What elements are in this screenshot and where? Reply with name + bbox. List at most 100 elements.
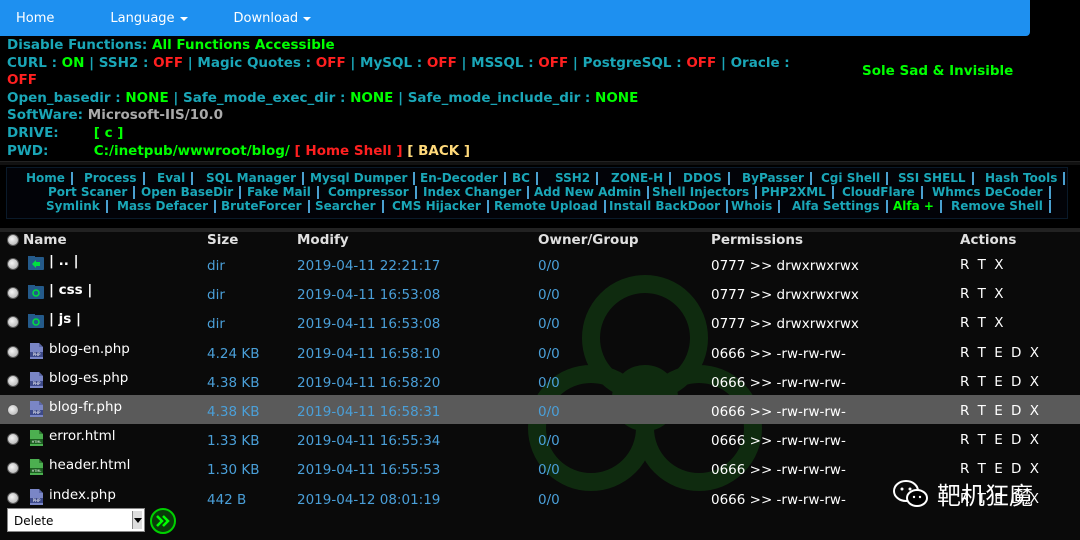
menu-item-alfa-plus[interactable]: Alfa +	[893, 199, 942, 213]
menu-item-process[interactable]: Process	[84, 171, 144, 185]
file-actions[interactable]: R T X	[960, 315, 1005, 331]
file-modified[interactable]: 2019-04-11 16:55:34	[297, 433, 440, 449]
row-select-radio[interactable]	[7, 258, 19, 270]
menu-item-shell-injectors[interactable]: Shell Injectors	[652, 185, 758, 199]
menu-item-alfa-settings[interactable]: Alfa Settings	[792, 199, 888, 213]
file-modified[interactable]: 2019-04-11 16:58:31	[297, 404, 440, 420]
file-permissions[interactable]: 0777 >> drwxrwxrwx	[711, 316, 859, 332]
file-permissions[interactable]: 0777 >> drwxrwxrwx	[711, 258, 859, 274]
file-name[interactable]: blog-en.php	[49, 341, 130, 357]
pwd-path[interactable]: C:/inetpub/wwwroot/blog/	[94, 143, 290, 159]
row-select-radio[interactable]	[7, 316, 19, 329]
file-owner[interactable]: 0/0	[538, 375, 560, 391]
menu-item-hash-tools[interactable]: Hash Tools	[985, 171, 1066, 185]
file-actions[interactable]: R T E D X	[960, 374, 1041, 390]
menu-item-port-scaner[interactable]: Port Scaner	[48, 185, 136, 199]
file-permissions[interactable]: 0666 >> -rw-rw-rw-	[711, 404, 846, 420]
menu-item-sql-manager[interactable]: SQL Manager	[206, 171, 304, 185]
action-select[interactable]: Delete	[7, 508, 145, 532]
menu-item-remove-shell[interactable]: Remove Shell	[951, 199, 1051, 213]
table-row[interactable]: | .. | dir 2019-04-11 22:21:17 0/0 0777 >> d…	[0, 249, 1080, 278]
file-owner[interactable]: 0/0	[538, 462, 560, 478]
file-name[interactable]: | css |	[49, 282, 92, 298]
nav-home[interactable]: Home	[16, 11, 54, 26]
nav-language-dropdown[interactable]: Language	[110, 11, 188, 26]
menu-item-ssh2[interactable]: SSH2	[555, 171, 599, 185]
table-row[interactable]: PHP blog-fr.php 4.38 KB 2019-04-11 16:58:31…	[0, 395, 1080, 424]
file-permissions[interactable]: 0666 >> -rw-rw-rw-	[711, 462, 846, 478]
menu-item-bc[interactable]: BC	[512, 171, 538, 185]
file-owner[interactable]: 0/0	[538, 258, 560, 274]
menu-item-cgi-shell[interactable]: Cgi Shell	[821, 171, 889, 185]
table-row[interactable]: | js | dir 2019-04-11 16:53:08 0/0 0777 >> d…	[0, 307, 1080, 336]
menu-item-cloudflare[interactable]: CloudFlare	[842, 185, 923, 199]
menu-item-install-backdoor[interactable]: Install BackDoor	[609, 199, 729, 213]
menu-item-searcher[interactable]: Searcher	[315, 199, 383, 213]
file-owner[interactable]: 0/0	[538, 404, 560, 420]
submit-button[interactable]	[150, 508, 176, 534]
file-owner[interactable]: 0/0	[538, 433, 560, 449]
row-select-radio[interactable]	[7, 287, 19, 300]
menu-item-add-new-admin[interactable]: Add New Admin	[534, 185, 650, 199]
file-permissions[interactable]: 0666 >> -rw-rw-rw-	[711, 433, 846, 449]
menu-item-ssi-shell[interactable]: SSI SHELL	[898, 171, 974, 185]
menu-item-bypasser[interactable]: ByPasser	[742, 171, 812, 185]
header-size[interactable]: Size	[207, 232, 238, 248]
menu-item-bruteforcer[interactable]: BruteForcer	[221, 199, 310, 213]
file-modified[interactable]: 2019-04-11 16:53:08	[297, 316, 440, 332]
menu-item-whois[interactable]: Whois	[731, 199, 781, 213]
nav-download-dropdown[interactable]: Download	[234, 11, 312, 26]
file-permissions[interactable]: 0666 >> -rw-rw-rw-	[711, 492, 846, 508]
row-select-radio[interactable]	[7, 462, 19, 475]
menu-item-en-decoder[interactable]: En-Decoder	[420, 171, 506, 185]
file-name[interactable]: | .. |	[49, 253, 79, 269]
file-modified[interactable]: 2019-04-12 08:01:19	[297, 492, 440, 508]
table-row[interactable]: HTML error.html 1.33 KB 2019-04-11 16:55:34…	[0, 424, 1080, 453]
home-shell-link[interactable]: [ Home Shell ]	[295, 143, 403, 159]
file-actions[interactable]: R T X	[960, 257, 1005, 273]
menu-item-symlink[interactable]: Symlink	[46, 199, 108, 213]
menu-item-php2xml[interactable]: PHP2XML	[761, 185, 834, 199]
file-modified[interactable]: 2019-04-11 22:21:17	[297, 258, 440, 274]
drive-value[interactable]: [ c ]	[94, 125, 124, 141]
file-permissions[interactable]: 0777 >> drwxrwxrwx	[711, 287, 859, 303]
file-name[interactable]: blog-es.php	[49, 370, 128, 386]
menu-item-fake-mail[interactable]: Fake Mail	[247, 185, 319, 199]
file-modified[interactable]: 2019-04-11 16:58:20	[297, 375, 440, 391]
row-select-radio[interactable]	[7, 374, 19, 387]
table-row[interactable]: PHP blog-en.php 4.24 KB 2019-04-11 16:58:10…	[0, 337, 1080, 366]
file-name[interactable]: | js |	[49, 311, 81, 327]
menu-item-remote-upload[interactable]: Remote Upload	[494, 199, 606, 213]
file-name[interactable]: blog-fr.php	[49, 399, 122, 415]
file-owner[interactable]: 0/0	[538, 492, 560, 508]
file-modified[interactable]: 2019-04-11 16:53:08	[297, 287, 440, 303]
menu-item-mysql-dumper[interactable]: Mysql Dumper	[310, 171, 416, 185]
file-owner[interactable]: 0/0	[538, 316, 560, 332]
file-owner[interactable]: 0/0	[538, 346, 560, 362]
row-select-radio[interactable]	[7, 433, 19, 446]
header-name[interactable]: Name	[23, 232, 67, 248]
header-actions[interactable]: Actions	[960, 232, 1016, 248]
file-owner[interactable]: 0/0	[538, 287, 560, 303]
back-link[interactable]: [ BACK ]	[407, 143, 470, 159]
menu-item-zone-h[interactable]: ZONE-H	[611, 171, 672, 185]
file-name[interactable]: error.html	[49, 428, 116, 444]
file-actions[interactable]: R T E D X	[960, 345, 1041, 361]
row-select-radio[interactable]	[7, 491, 19, 504]
file-actions[interactable]: R T E D X	[960, 432, 1041, 448]
table-row[interactable]: PHP blog-es.php 4.38 KB 2019-04-11 16:58:20…	[0, 366, 1080, 395]
select-all-radio[interactable]	[7, 234, 19, 246]
menu-item-index-changer[interactable]: Index Changer	[423, 185, 530, 199]
file-permissions[interactable]: 0666 >> -rw-rw-rw-	[711, 375, 846, 391]
file-name[interactable]: header.html	[49, 457, 130, 473]
file-name[interactable]: index.php	[49, 487, 116, 503]
header-modify[interactable]: Modify	[297, 232, 349, 248]
menu-item-eval[interactable]: Eval	[157, 171, 194, 185]
file-modified[interactable]: 2019-04-11 16:58:10	[297, 346, 440, 362]
row-select-radio[interactable]	[7, 404, 19, 416]
menu-item-whmcs-decoder[interactable]: Whmcs DeCoder	[932, 185, 1050, 199]
file-permissions[interactable]: 0666 >> -rw-rw-rw-	[711, 346, 846, 362]
file-actions[interactable]: R T E D X	[960, 461, 1041, 477]
menu-item-cms-hijacker[interactable]: CMS Hijacker	[392, 199, 489, 213]
menu-item-open-basedir[interactable]: Open BaseDir	[141, 185, 242, 199]
